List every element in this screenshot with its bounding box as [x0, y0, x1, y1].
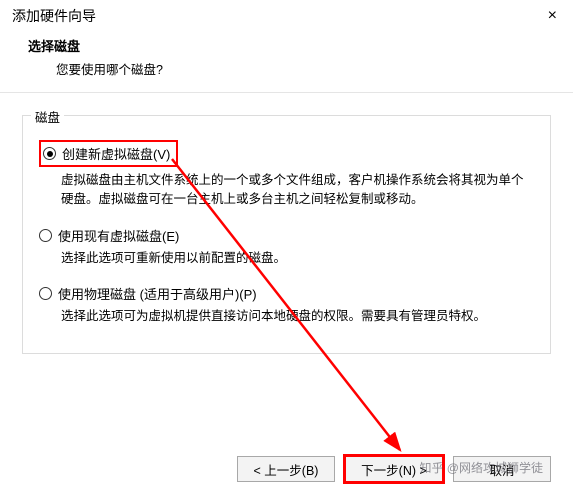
- option-desc: 选择此选项可重新使用以前配置的磁盘。: [39, 245, 536, 278]
- option-desc: 虚拟磁盘由主机文件系统上的一个或多个文件组成，客户机操作系统会将其视为单个硬盘。…: [39, 167, 536, 220]
- option-create-new[interactable]: 创建新虚拟磁盘(V) 虚拟磁盘由主机文件系统上的一个或多个文件组成，客户机操作系…: [39, 140, 536, 220]
- group-legend: 磁盘: [31, 107, 64, 126]
- window-title: 添加硬件向导: [12, 6, 96, 26]
- close-icon[interactable]: ×: [540, 6, 565, 26]
- cancel-button[interactable]: 取消: [453, 456, 551, 482]
- next-button[interactable]: 下一步(N) >: [345, 456, 443, 482]
- page-question: 您要使用哪个磁盘?: [28, 55, 549, 78]
- page-subtitle: 选择磁盘: [28, 36, 549, 55]
- option-label: 使用现有虚拟磁盘(E): [58, 226, 179, 245]
- option-label: 创建新虚拟磁盘(V): [62, 144, 170, 163]
- radio-icon[interactable]: [39, 229, 52, 242]
- option-use-existing[interactable]: 使用现有虚拟磁盘(E) 选择此选项可重新使用以前配置的磁盘。: [39, 226, 536, 278]
- disk-groupbox: 磁盘 创建新虚拟磁盘(V) 虚拟磁盘由主机文件系统上的一个或多个文件组成，客户机…: [22, 115, 551, 354]
- radio-icon[interactable]: [43, 147, 56, 160]
- option-label: 使用物理磁盘 (适用于高级用户)(P): [58, 284, 257, 303]
- radio-icon[interactable]: [39, 287, 52, 300]
- option-desc: 选择此选项可为虚拟机提供直接访问本地硬盘的权限。需要具有管理员特权。: [39, 303, 536, 336]
- back-button[interactable]: < 上一步(B): [237, 456, 335, 482]
- option-physical-disk[interactable]: 使用物理磁盘 (适用于高级用户)(P) 选择此选项可为虚拟机提供直接访问本地硬盘…: [39, 284, 536, 336]
